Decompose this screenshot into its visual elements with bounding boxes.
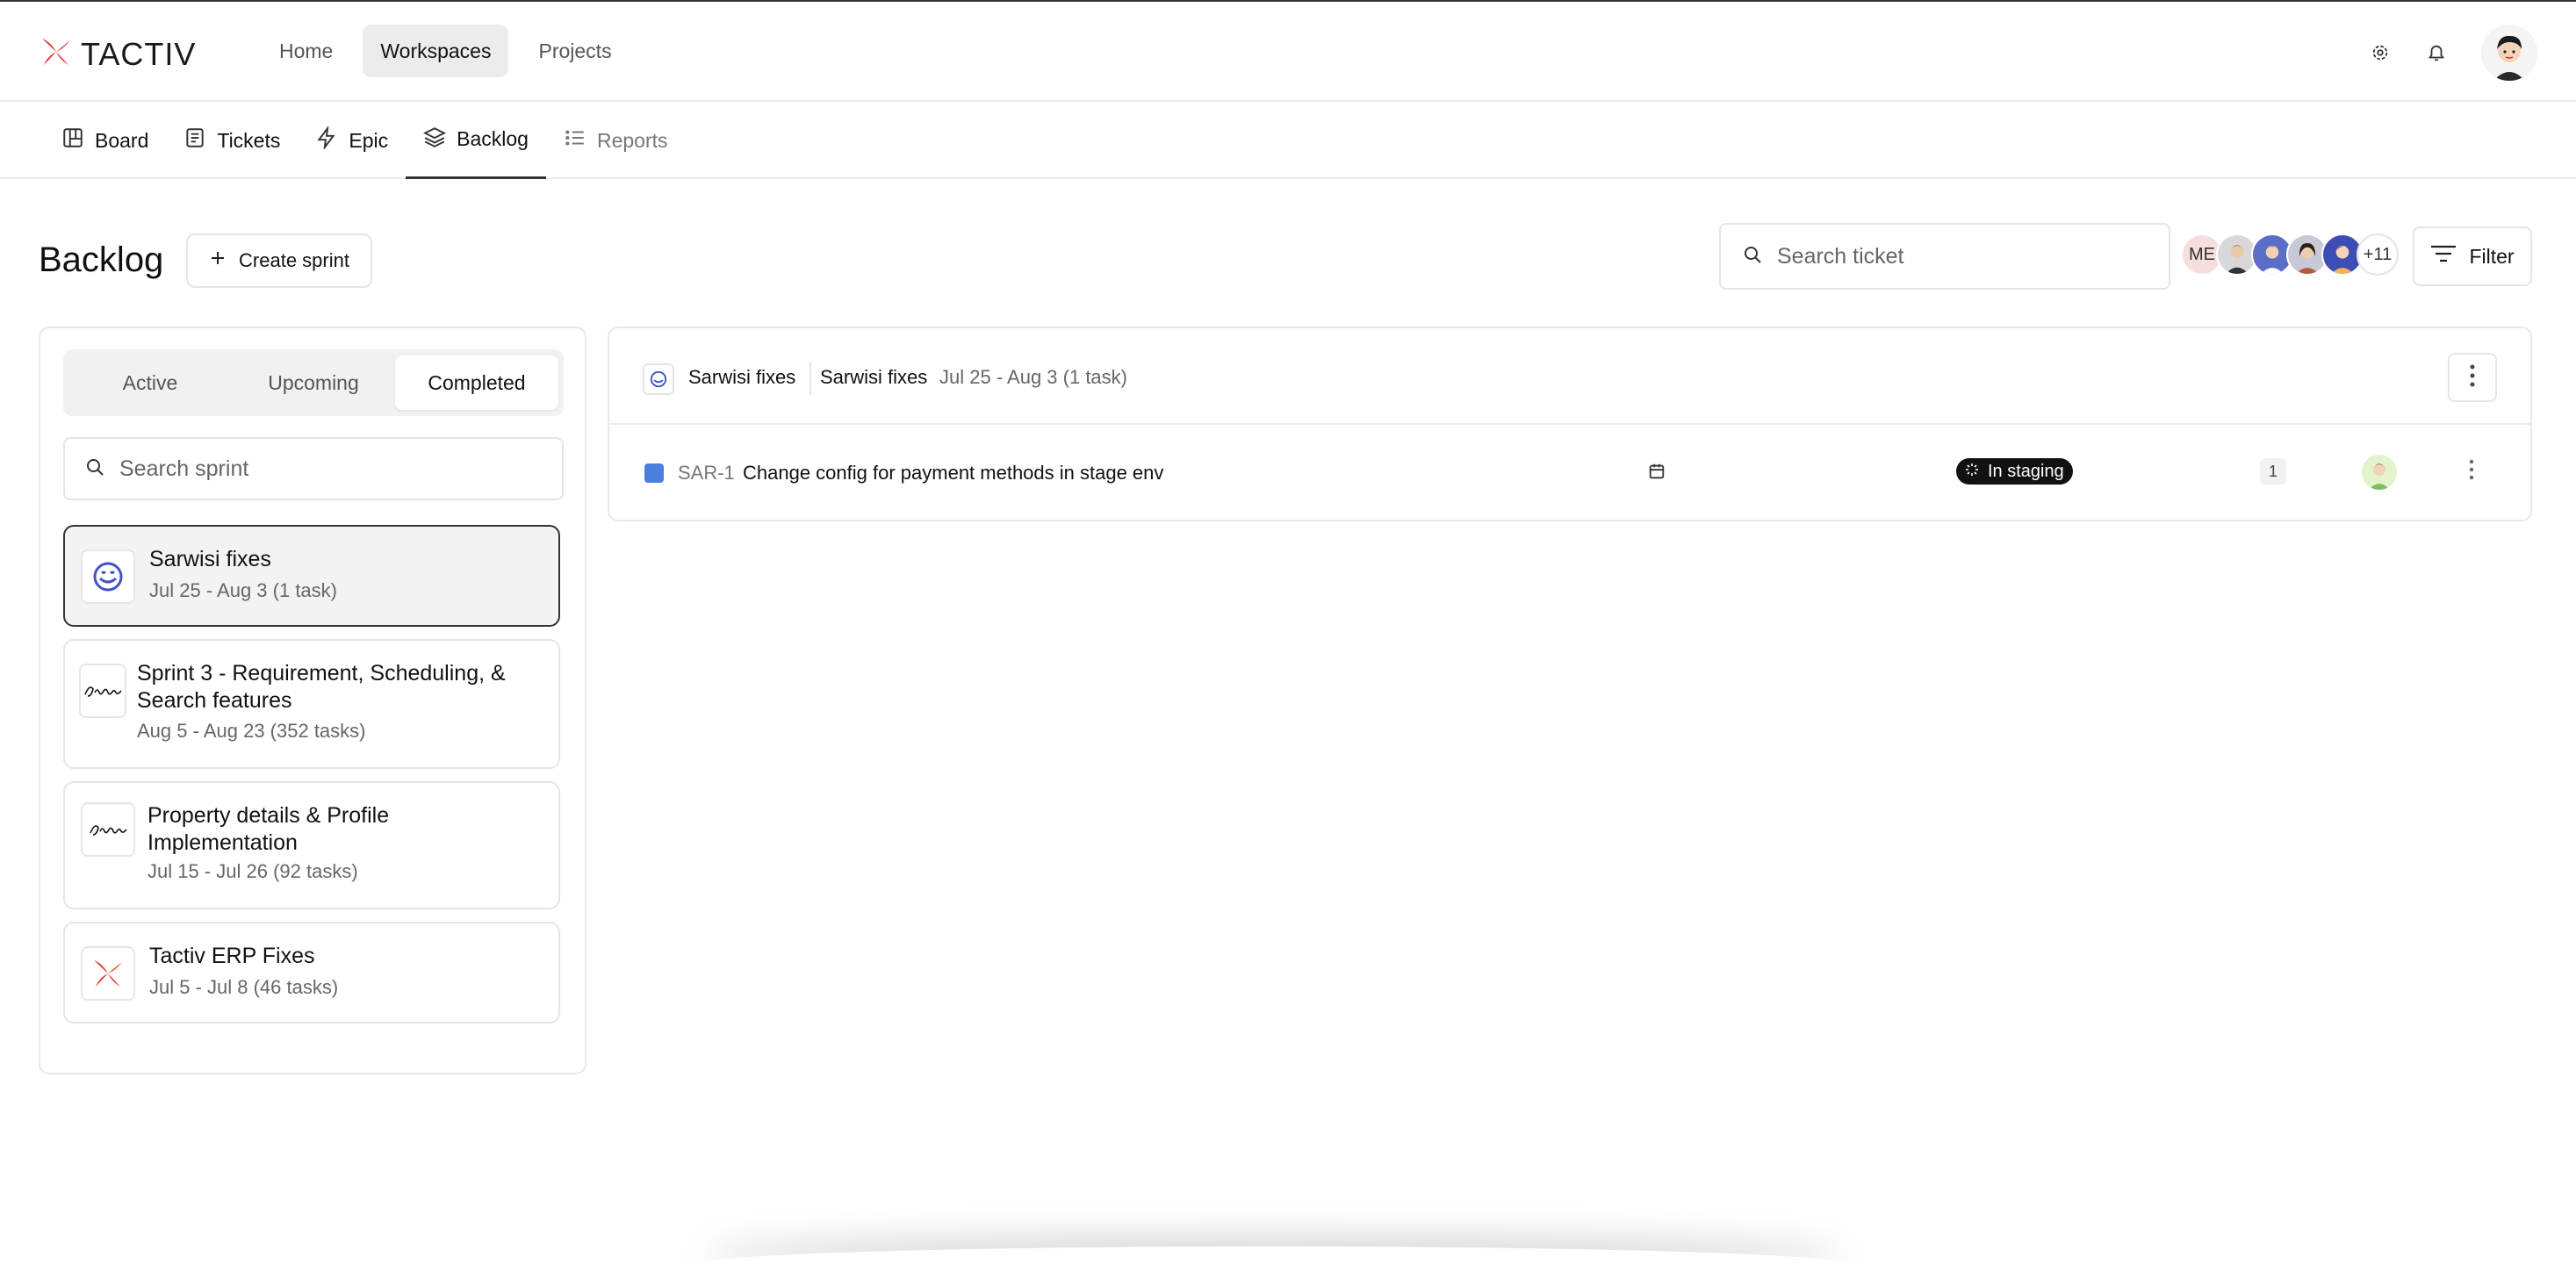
tab-reports-label: Reports: [596, 128, 668, 152]
ticket-title[interactable]: Change config for payment methods in sta…: [743, 462, 1163, 485]
ticket-options-button[interactable]: [2458, 458, 2485, 485]
create-sprint-label: Create sprint: [239, 249, 349, 271]
tab-board[interactable]: Board: [44, 102, 166, 179]
list-icon: [564, 126, 586, 154]
smile-logo-icon: [81, 549, 135, 604]
signature-logo-icon: [81, 802, 135, 857]
signature-logo-icon: [79, 664, 126, 718]
assignee-avatar[interactable]: [2362, 455, 2397, 490]
lightning-icon: [315, 125, 338, 154]
member-avatars[interactable]: ME +11: [2181, 233, 2399, 276]
board-icon: [61, 126, 84, 154]
bottom-shadow: [702, 1246, 1844, 1264]
ticket-key: SAR-1: [678, 462, 735, 484]
sprint-card[interactable]: Tactiv ERP Fixes Jul 5 - Jul 8 (46 tasks…: [63, 922, 560, 1023]
top-actions: [2369, 25, 2537, 81]
sprint-name: Property details & Profile Implementatio…: [148, 803, 390, 855]
segment-upcoming[interactable]: Upcoming: [232, 356, 395, 410]
tab-tickets-label: Tickets: [217, 128, 281, 152]
project-name: Sarwisi fixes: [688, 366, 796, 388]
filter-label: Filter: [2469, 244, 2515, 268]
gear-icon[interactable]: [2369, 41, 2392, 64]
story-points-badge: 1: [2260, 458, 2286, 485]
sprint-search: [63, 437, 564, 500]
tickets-icon: [183, 126, 206, 154]
sprint-meta: Jul 25 - Aug 3 (1 task): [939, 366, 1127, 388]
sprint-card[interactable]: Sarwisi fixes Jul 25 - Aug 3 (1 task): [63, 525, 560, 627]
segment-active[interactable]: Active: [68, 356, 232, 410]
logo-text: TACTIV: [81, 35, 197, 72]
tab-tickets[interactable]: Tickets: [166, 102, 298, 179]
ticket-type-color: [644, 463, 664, 483]
top-bar: TACTIV Home Workspaces Projects: [0, 0, 2576, 102]
nav-home[interactable]: Home: [262, 25, 350, 77]
sprint-card[interactable]: Property details & Profile Implementatio…: [63, 781, 560, 909]
ticket-row[interactable]: SAR-1 Change config for payment methods …: [609, 425, 2530, 521]
nav-workspaces[interactable]: Workspaces: [363, 25, 509, 77]
create-sprint-button[interactable]: Create sprint: [186, 233, 372, 288]
sprint-name: Sprint 3 - Requirement, Scheduling, & Se…: [137, 661, 506, 713]
calendar-icon[interactable]: [1647, 462, 1666, 485]
sprint-detail-header: Sarwisi fixes Sarwisi fixes Jul 25 - Aug…: [609, 328, 2530, 425]
tab-epic-label: Epic: [349, 128, 389, 152]
tab-reports[interactable]: Reports: [546, 102, 686, 179]
sprint-meta: Jul 15 - Jul 26 (92 tasks): [148, 860, 358, 882]
nav-projects[interactable]: Projects: [521, 25, 629, 77]
status-badge[interactable]: In staging: [1956, 458, 2073, 485]
user-avatar[interactable]: [2481, 25, 2537, 81]
status-label: In staging: [1988, 461, 2064, 481]
filter-icon: [2430, 244, 2457, 269]
sprint-meta: Jul 25 - Aug 3 (1 task): [149, 579, 337, 601]
sprint-card[interactable]: Sprint 3 - Requirement, Scheduling, & Se…: [63, 639, 560, 769]
app-logo[interactable]: TACTIV: [39, 35, 196, 73]
tab-backlog-label: Backlog: [457, 127, 529, 150]
plus-icon: [209, 249, 227, 272]
sprint-detail-panel: Sarwisi fixes Sarwisi fixes Jul 25 - Aug…: [608, 327, 2532, 521]
layers-icon: [423, 126, 447, 154]
search-icon: [1742, 244, 1763, 269]
loading-spinner-icon: [1965, 462, 1979, 482]
search-icon: [84, 456, 105, 482]
top-navigation: Home Workspaces Projects: [262, 25, 630, 77]
ticket-search: [1719, 223, 2170, 290]
search-sprint-input[interactable]: [119, 456, 562, 482]
sprint-meta: Aug 5 - Aug 23 (352 tasks): [137, 720, 366, 742]
search-ticket-input[interactable]: [1777, 243, 2169, 269]
bell-icon[interactable]: [2425, 41, 2448, 64]
sprint-options-button[interactable]: [2448, 353, 2497, 402]
more-vertical-icon: [2469, 459, 2474, 485]
tab-epic[interactable]: Epic: [298, 102, 406, 179]
header-divider: [809, 362, 811, 395]
smile-logo-icon: [643, 363, 674, 395]
more-members-badge[interactable]: +11: [2357, 233, 2399, 276]
tab-board-label: Board: [95, 128, 149, 152]
sprint-name: Sarwisi fixes: [820, 366, 928, 388]
sprint-name: Sarwisi fixes: [149, 547, 271, 571]
segment-completed[interactable]: Completed: [395, 356, 558, 410]
sprint-name: Tactiv ERP Fixes: [149, 944, 315, 968]
project-subnav: Board Tickets Epic Backlog Reports: [0, 102, 2576, 179]
more-vertical-icon: [2470, 364, 2475, 391]
tactiv-logo-icon: [39, 35, 74, 73]
tab-backlog[interactable]: Backlog: [406, 102, 546, 179]
page-title: Backlog: [39, 241, 164, 279]
filter-button[interactable]: Filter: [2413, 226, 2532, 286]
sprint-list-panel: Active Upcoming Completed Sarwisi fixes …: [39, 327, 586, 1074]
sprint-meta: Jul 5 - Jul 8 (46 tasks): [149, 976, 339, 998]
sprint-status-segmented-control: Active Upcoming Completed: [63, 349, 564, 416]
tactiv-logo-icon: [81, 946, 135, 1001]
